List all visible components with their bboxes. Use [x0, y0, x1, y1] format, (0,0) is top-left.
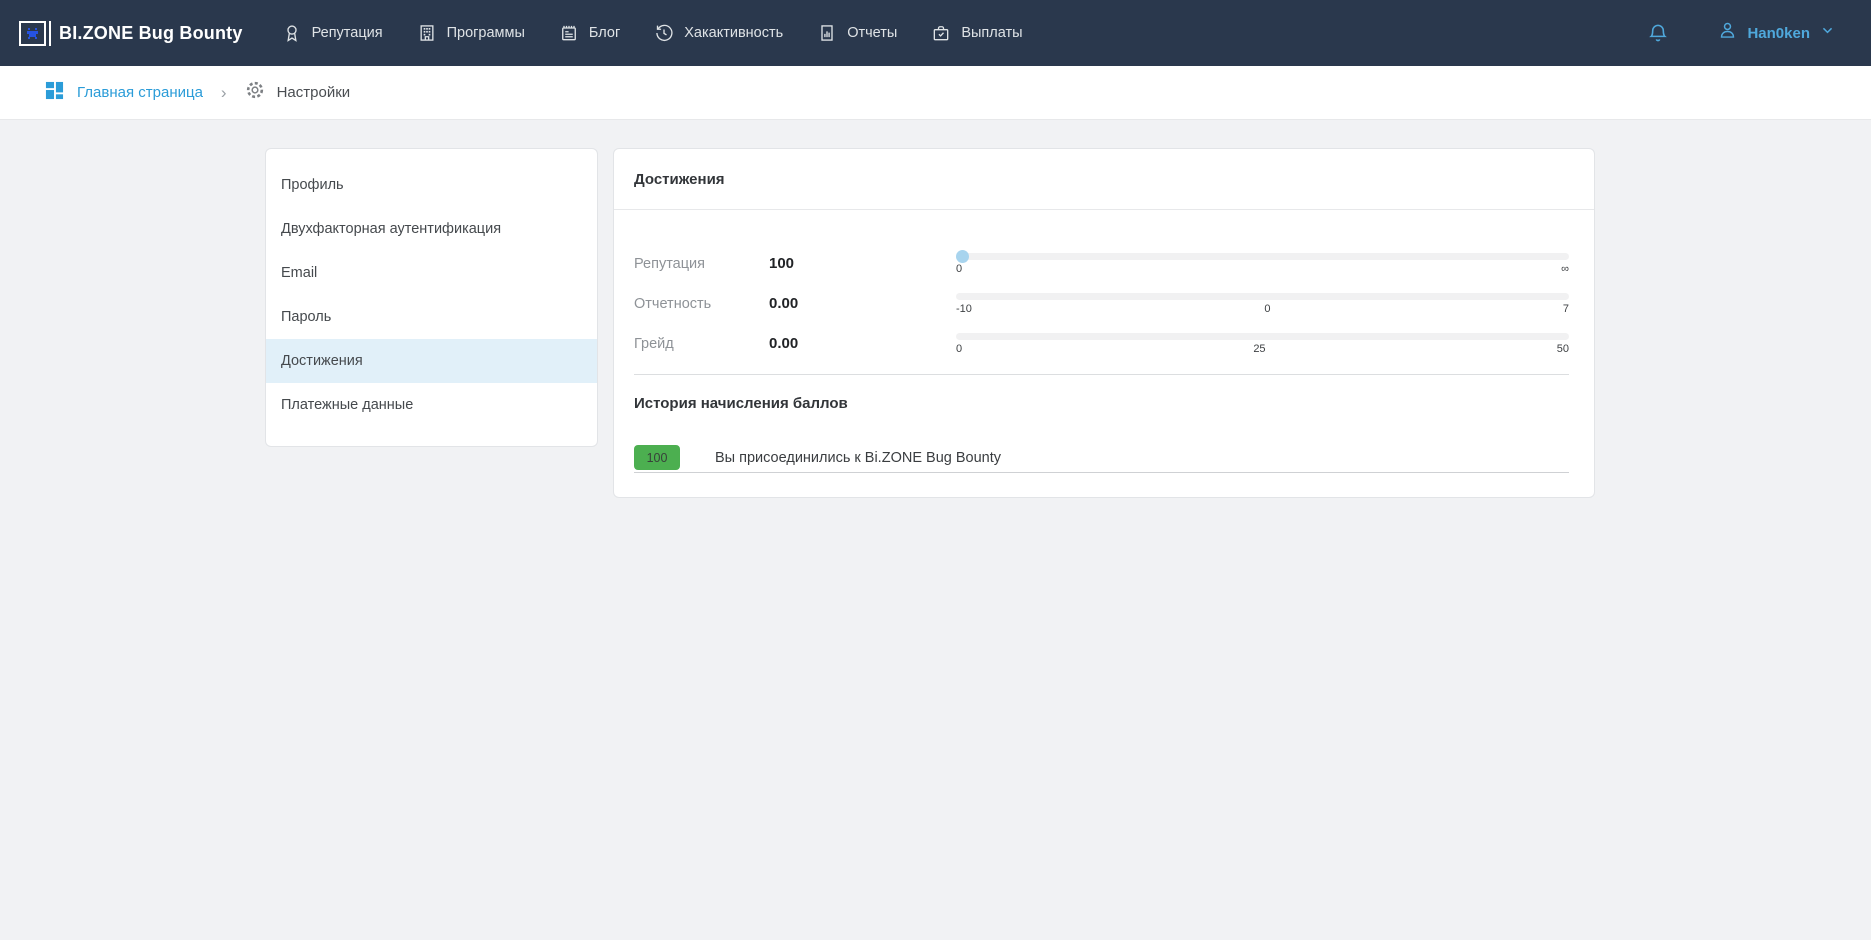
tick-min: 0 — [956, 263, 962, 275]
slider-track — [956, 253, 1569, 260]
breadcrumb-home-link[interactable]: Главная страница — [45, 81, 203, 105]
grade-slider: 0 25 50 — [956, 324, 1569, 364]
panel-title: Достижения — [634, 171, 725, 188]
tick-max: ∞ — [1561, 263, 1569, 275]
sidebar-item-two-factor[interactable]: Двухфакторная аутентификация — [266, 207, 597, 251]
reputation-slider: 0 ∞ — [956, 244, 1569, 284]
building-icon — [417, 23, 437, 43]
sidebar-item-achievements[interactable]: Достижения — [266, 339, 597, 383]
history-row: 100 Вы присоединились к Bi.ZONE Bug Boun… — [634, 445, 1569, 473]
metric-label: Грейд — [634, 324, 769, 364]
blog-icon — [559, 23, 579, 43]
metric-label: Репутация — [634, 244, 769, 284]
user-name: Han0ken — [1747, 25, 1810, 42]
nav-label: Отчеты — [847, 25, 897, 41]
tick-min: -10 — [956, 303, 972, 315]
breadcrumb-current-label: Настройки — [277, 84, 351, 101]
achievements-panel: Достижения Репутация 100 0 ∞ Отчетность — [613, 148, 1595, 498]
dashboard-icon — [45, 81, 64, 105]
tick-mid: 0 — [1264, 303, 1270, 315]
slider-thumb[interactable] — [956, 250, 969, 263]
award-icon — [282, 23, 302, 43]
breadcrumb-separator: › — [221, 83, 227, 103]
nav-label: Блог — [589, 25, 620, 41]
slider-ticks: 0 ∞ — [956, 263, 1569, 275]
reporting-slider: -10 0 7 — [956, 284, 1569, 324]
nav-right: Han0ken — [1647, 19, 1835, 47]
nav-label: Хакактивность — [684, 25, 783, 41]
history-event-text: Вы присоединились к Bi.ZONE Bug Bounty — [715, 450, 1001, 466]
chevron-down-icon — [1820, 23, 1835, 43]
panel-header: Достижения — [614, 149, 1594, 210]
section-divider — [634, 374, 1569, 375]
tick-max: 7 — [1563, 303, 1569, 315]
tick-min: 0 — [956, 343, 962, 355]
slider-ticks: -10 0 7 — [956, 303, 1569, 315]
metric-row-reporting: Отчетность 0.00 -10 0 7 — [634, 284, 1569, 324]
slider-track — [956, 293, 1569, 300]
settings-sidebar: Профиль Двухфакторная аутентификация Ema… — [265, 148, 598, 447]
metric-row-reputation: Репутация 100 0 ∞ — [634, 244, 1569, 284]
metric-value: 0.00 — [769, 284, 956, 324]
nav-item-payouts[interactable]: Выплаты — [931, 23, 1022, 43]
logo-bug-icon — [19, 21, 46, 46]
nav-label: Репутация — [312, 25, 383, 41]
sidebar-item-payment-data[interactable]: Платежные данные — [266, 383, 597, 427]
nav-item-reports[interactable]: Отчеты — [817, 23, 897, 43]
points-badge: 100 — [634, 445, 680, 470]
user-menu[interactable]: Han0ken — [1717, 19, 1835, 47]
nav-item-blog[interactable]: Блог — [559, 23, 620, 43]
metric-value: 100 — [769, 244, 956, 284]
breadcrumb-current: Настройки — [245, 80, 351, 105]
breadcrumb: Главная страница › Настройки — [0, 66, 1871, 120]
panel-body: Репутация 100 0 ∞ Отчетность 0.00 — [614, 210, 1594, 473]
tick-mid: 25 — [1253, 343, 1265, 355]
user-icon — [1717, 19, 1738, 47]
metric-row-grade: Грейд 0.00 0 25 50 — [634, 324, 1569, 364]
page: BI.ZONE Bug Bounty Репутация — [0, 0, 1871, 940]
metric-label: Отчетность — [634, 284, 769, 324]
tick-max: 50 — [1557, 343, 1569, 355]
logo-bar — [49, 21, 51, 46]
payout-icon — [931, 23, 951, 43]
nav-item-hackactivity[interactable]: Хакактивность — [654, 23, 783, 43]
top-navbar: BI.ZONE Bug Bounty Репутация — [0, 0, 1871, 66]
brand-title: BI.ZONE Bug Bounty — [59, 23, 243, 44]
report-icon — [817, 23, 837, 43]
brand-logo[interactable]: BI.ZONE Bug Bounty — [19, 21, 243, 46]
nav-label: Выплаты — [961, 25, 1022, 41]
notifications-bell-icon[interactable] — [1647, 21, 1669, 45]
slider-track — [956, 333, 1569, 340]
sidebar-item-password[interactable]: Пароль — [266, 295, 597, 339]
slider-ticks: 0 25 50 — [956, 343, 1569, 355]
breadcrumb-home-label: Главная страница — [77, 84, 203, 101]
sidebar-item-profile[interactable]: Профиль — [266, 163, 597, 207]
nav-item-programs[interactable]: Программы — [417, 23, 525, 43]
nav-label: Программы — [447, 25, 525, 41]
history-title: История начисления баллов — [634, 395, 1569, 412]
history-icon — [654, 23, 674, 43]
sidebar-item-email[interactable]: Email — [266, 251, 597, 295]
gear-icon — [245, 80, 265, 105]
nav-item-reputation[interactable]: Репутация — [282, 23, 383, 43]
metric-value: 0.00 — [769, 324, 956, 364]
main-menu: Репутация Программы — [282, 23, 1057, 43]
